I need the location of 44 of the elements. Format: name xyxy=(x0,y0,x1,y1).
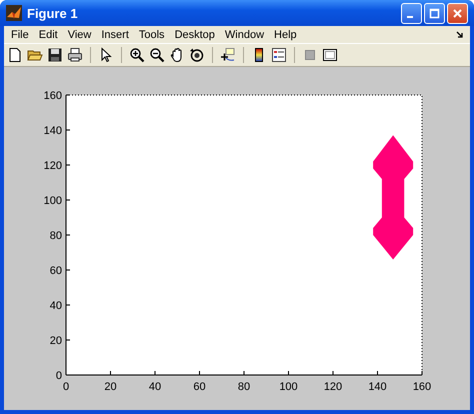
tick-label: 0 xyxy=(56,370,62,382)
menu-item[interactable]: Tools xyxy=(134,28,170,40)
menu-item[interactable]: Desktop xyxy=(170,28,220,40)
maximize-button[interactable] xyxy=(424,2,445,24)
tick-label: 60 xyxy=(50,265,62,277)
dock-arrow-icon[interactable] xyxy=(456,30,464,38)
tick-label: 120 xyxy=(324,381,342,393)
tick-label: 0 xyxy=(62,381,70,393)
window-title: Figure 1 xyxy=(27,6,79,20)
close-icon xyxy=(452,8,463,18)
data-cursor-icon[interactable] xyxy=(220,47,236,63)
logo-icon xyxy=(6,5,22,21)
menu-item[interactable]: Insert xyxy=(96,28,134,40)
tick-label: 100 xyxy=(279,381,298,393)
tick-label: 160 xyxy=(412,381,432,393)
minimize-icon xyxy=(407,16,413,18)
menu-item[interactable]: Window xyxy=(220,28,270,40)
tick-label: 100 xyxy=(44,195,62,207)
tick-label: 140 xyxy=(368,381,387,393)
tick-label: 120 xyxy=(44,160,62,172)
save-icon[interactable] xyxy=(47,47,63,63)
zoom-in-icon[interactable] xyxy=(129,47,145,63)
zoom-out-icon[interactable] xyxy=(149,47,165,63)
tick-label: 40 xyxy=(148,381,162,393)
tick-label: 160 xyxy=(44,90,62,102)
tick-label: 140 xyxy=(44,125,62,137)
close-button[interactable] xyxy=(447,2,468,24)
show-plot-tools-icon[interactable] xyxy=(322,47,338,63)
menu-item[interactable]: Help xyxy=(269,28,302,40)
new-file-icon[interactable] xyxy=(7,47,23,63)
tick-label: 80 xyxy=(50,230,62,242)
rotate-icon[interactable] xyxy=(189,47,205,63)
minimize-button[interactable] xyxy=(401,2,422,24)
maximize-icon xyxy=(429,8,440,18)
menu-item[interactable]: File xyxy=(6,28,34,40)
legend-icon[interactable] xyxy=(271,47,287,63)
tick-label: 80 xyxy=(238,381,250,393)
printer-icon[interactable] xyxy=(67,47,83,63)
tick-label: 40 xyxy=(50,300,62,312)
tick-label: 60 xyxy=(193,381,206,393)
tick-label: 20 xyxy=(104,381,117,393)
menu-item[interactable]: Edit xyxy=(34,28,63,40)
tick-label: 20 xyxy=(50,335,62,347)
menu-item[interactable]: View xyxy=(62,28,96,40)
